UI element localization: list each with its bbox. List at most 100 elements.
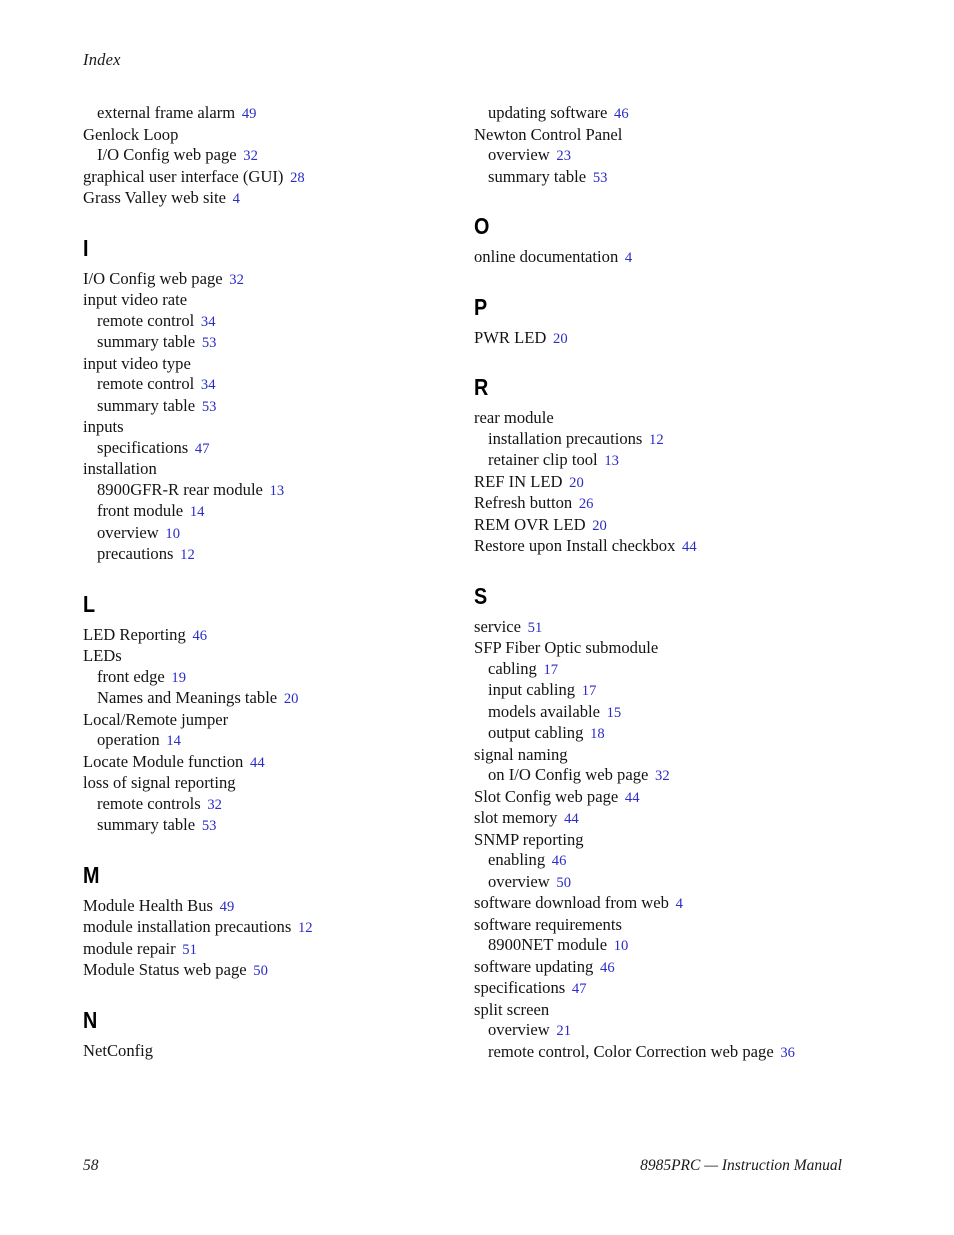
index-entry: operation 14 bbox=[83, 730, 475, 752]
index-entry: summary table 53 bbox=[474, 167, 866, 189]
index-entry-page-number[interactable]: 15 bbox=[604, 705, 622, 721]
index-entry-page-number[interactable]: 44 bbox=[562, 811, 579, 827]
index-entry-label: input video type bbox=[83, 353, 191, 373]
index-entry-page-number[interactable]: 12 bbox=[295, 920, 313, 936]
index-entry-page-number[interactable]: 12 bbox=[647, 432, 664, 448]
index-entry: 8900NET module 10 bbox=[474, 935, 866, 957]
index-entry: external frame alarm 49 bbox=[83, 103, 475, 125]
index-entry-page-number[interactable]: 13 bbox=[602, 453, 619, 469]
index-entry-page-number[interactable]: 20 bbox=[590, 518, 607, 534]
index-entry-page-number[interactable]: 20 bbox=[567, 475, 584, 491]
index-entry: summary table 53 bbox=[83, 396, 475, 418]
index-entry-page-number[interactable]: 51 bbox=[525, 620, 543, 636]
index-entry-page-number[interactable]: 10 bbox=[163, 526, 180, 542]
index-entry-label: software download from web bbox=[474, 893, 669, 912]
index-entry: inputs bbox=[83, 417, 475, 438]
index-entry-page-number[interactable]: 17 bbox=[541, 662, 559, 678]
index-entry-page-number[interactable]: 4 bbox=[622, 250, 632, 266]
index-entry-page-number[interactable]: 32 bbox=[205, 797, 222, 813]
index-entry-label: operation bbox=[97, 730, 160, 749]
index-entry-label: models available bbox=[488, 701, 600, 721]
index-entry-page-number[interactable]: 19 bbox=[169, 670, 186, 686]
index-entry-label: enabling bbox=[488, 850, 546, 869]
index-entry-label: Module Status web page bbox=[83, 960, 247, 979]
index-entry-page-number[interactable]: 4 bbox=[230, 191, 240, 207]
index-section-heading-n: N bbox=[83, 1006, 98, 1033]
index-entry-page-number[interactable]: 53 bbox=[590, 170, 608, 186]
index-page: Index external frame alarm 49 Genlock Loo… bbox=[0, 0, 954, 1235]
index-entry-page-number[interactable]: 17 bbox=[579, 683, 597, 699]
index-entry-page-number[interactable]: 51 bbox=[180, 942, 197, 958]
index-entry-page-number[interactable]: 32 bbox=[227, 272, 244, 288]
index-entry-label: front edge bbox=[97, 666, 165, 686]
index-entry-page-number[interactable]: 28 bbox=[288, 170, 305, 186]
index-entry-page-number[interactable]: 50 bbox=[554, 875, 571, 891]
index-entry: PWR LED 20 bbox=[474, 328, 866, 350]
index-entry-label: Names and Meanings table bbox=[97, 688, 278, 707]
index-entry: 8900GFR-R rear module 13 bbox=[83, 480, 475, 502]
index-entry: Grass Valley web site 4 bbox=[83, 188, 475, 210]
index-entry: REM OVR LED 20 bbox=[474, 515, 866, 537]
index-entry-page-number[interactable]: 14 bbox=[164, 733, 181, 749]
index-entry: Names and Meanings table 20 bbox=[83, 688, 475, 710]
index-entry-page-number[interactable]: 50 bbox=[251, 963, 268, 979]
index-entry-page-number[interactable]: 34 bbox=[198, 314, 216, 330]
index-entry-page-number[interactable]: 44 bbox=[248, 755, 265, 771]
index-entry-page-number[interactable]: 13 bbox=[267, 483, 285, 499]
index-entry-page-number[interactable]: 44 bbox=[622, 790, 640, 806]
index-entry-label: LED Reporting bbox=[83, 624, 186, 644]
index-entry-page-number[interactable]: 47 bbox=[192, 441, 210, 457]
index-entry-label: installation precautions bbox=[488, 428, 643, 448]
index-entry-page-number[interactable]: 46 bbox=[612, 106, 629, 122]
index-entry: installation bbox=[83, 459, 475, 480]
index-entry-label: remote control bbox=[97, 310, 195, 330]
index-entry-label: graphical user interface (GUI) bbox=[83, 166, 284, 186]
index-entry-page-number[interactable]: 32 bbox=[653, 768, 670, 784]
index-entry-page-number[interactable]: 23 bbox=[554, 148, 571, 164]
index-entry-page-number[interactable]: 36 bbox=[778, 1045, 795, 1061]
index-entry-page-number[interactable]: 14 bbox=[187, 504, 205, 520]
index-entry-page-number[interactable]: 26 bbox=[576, 496, 594, 512]
index-entry: software requirements bbox=[474, 915, 866, 936]
index-entry-page-number[interactable]: 18 bbox=[588, 726, 605, 742]
index-entry-page-number[interactable]: 20 bbox=[281, 691, 299, 707]
index-entry-page-number[interactable]: 32 bbox=[241, 148, 258, 164]
index-entry: rear module bbox=[474, 408, 866, 429]
index-entry-label: specifications bbox=[97, 437, 189, 457]
index-entry-page-number[interactable]: 53 bbox=[199, 818, 217, 834]
index-entry-label: Genlock Loop bbox=[83, 124, 179, 144]
index-entry-label: I/O Config web page bbox=[83, 268, 223, 288]
index-entry: SNMP reporting bbox=[474, 830, 866, 851]
index-entry: NetConfig bbox=[83, 1041, 475, 1062]
index-entry-page-number[interactable]: 47 bbox=[569, 981, 587, 997]
page-footer: 58 8985PRC — Instruction Manual bbox=[0, 1157, 954, 1181]
index-entry: front module 14 bbox=[83, 501, 475, 523]
index-entry: SFP Fiber Optic submodule bbox=[474, 638, 866, 659]
index-entry-label: updating software bbox=[488, 103, 608, 122]
index-entry: signal naming bbox=[474, 745, 866, 766]
index-entry-page-number[interactable]: 4 bbox=[673, 896, 683, 912]
index-entry: specifications 47 bbox=[474, 978, 866, 1000]
index-entry: input video rate bbox=[83, 290, 475, 311]
index-entry-page-number[interactable]: 49 bbox=[217, 899, 235, 915]
index-entry: models available 15 bbox=[474, 702, 866, 724]
index-entry: Refresh button 26 bbox=[474, 493, 866, 515]
index-entry: module installation precautions 12 bbox=[83, 917, 475, 939]
index-entry-page-number[interactable]: 12 bbox=[178, 547, 195, 563]
index-section-heading-r: R bbox=[474, 374, 489, 400]
index-entry-page-number[interactable]: 46 bbox=[190, 628, 207, 644]
index-entry-page-number[interactable]: 10 bbox=[611, 938, 629, 954]
index-entry-page-number[interactable]: 53 bbox=[199, 399, 217, 415]
index-entry-page-number[interactable]: 49 bbox=[239, 106, 257, 122]
index-entry-label: summary table bbox=[488, 166, 587, 186]
index-entry-page-number[interactable]: 44 bbox=[680, 539, 697, 555]
index-entry-page-number[interactable]: 34 bbox=[198, 377, 216, 393]
index-entry-page-number[interactable]: 20 bbox=[551, 331, 568, 347]
index-entry-page-number[interactable]: 53 bbox=[199, 335, 217, 351]
index-entry-page-number[interactable]: 46 bbox=[549, 853, 567, 869]
index-entry-page-number[interactable]: 21 bbox=[554, 1023, 571, 1039]
index-entry-label: overview bbox=[488, 1020, 550, 1039]
index-entry-label: SFP Fiber Optic submodule bbox=[474, 638, 659, 657]
index-entry-page-number[interactable]: 46 bbox=[598, 960, 615, 976]
index-entry-label: overview bbox=[97, 522, 159, 542]
